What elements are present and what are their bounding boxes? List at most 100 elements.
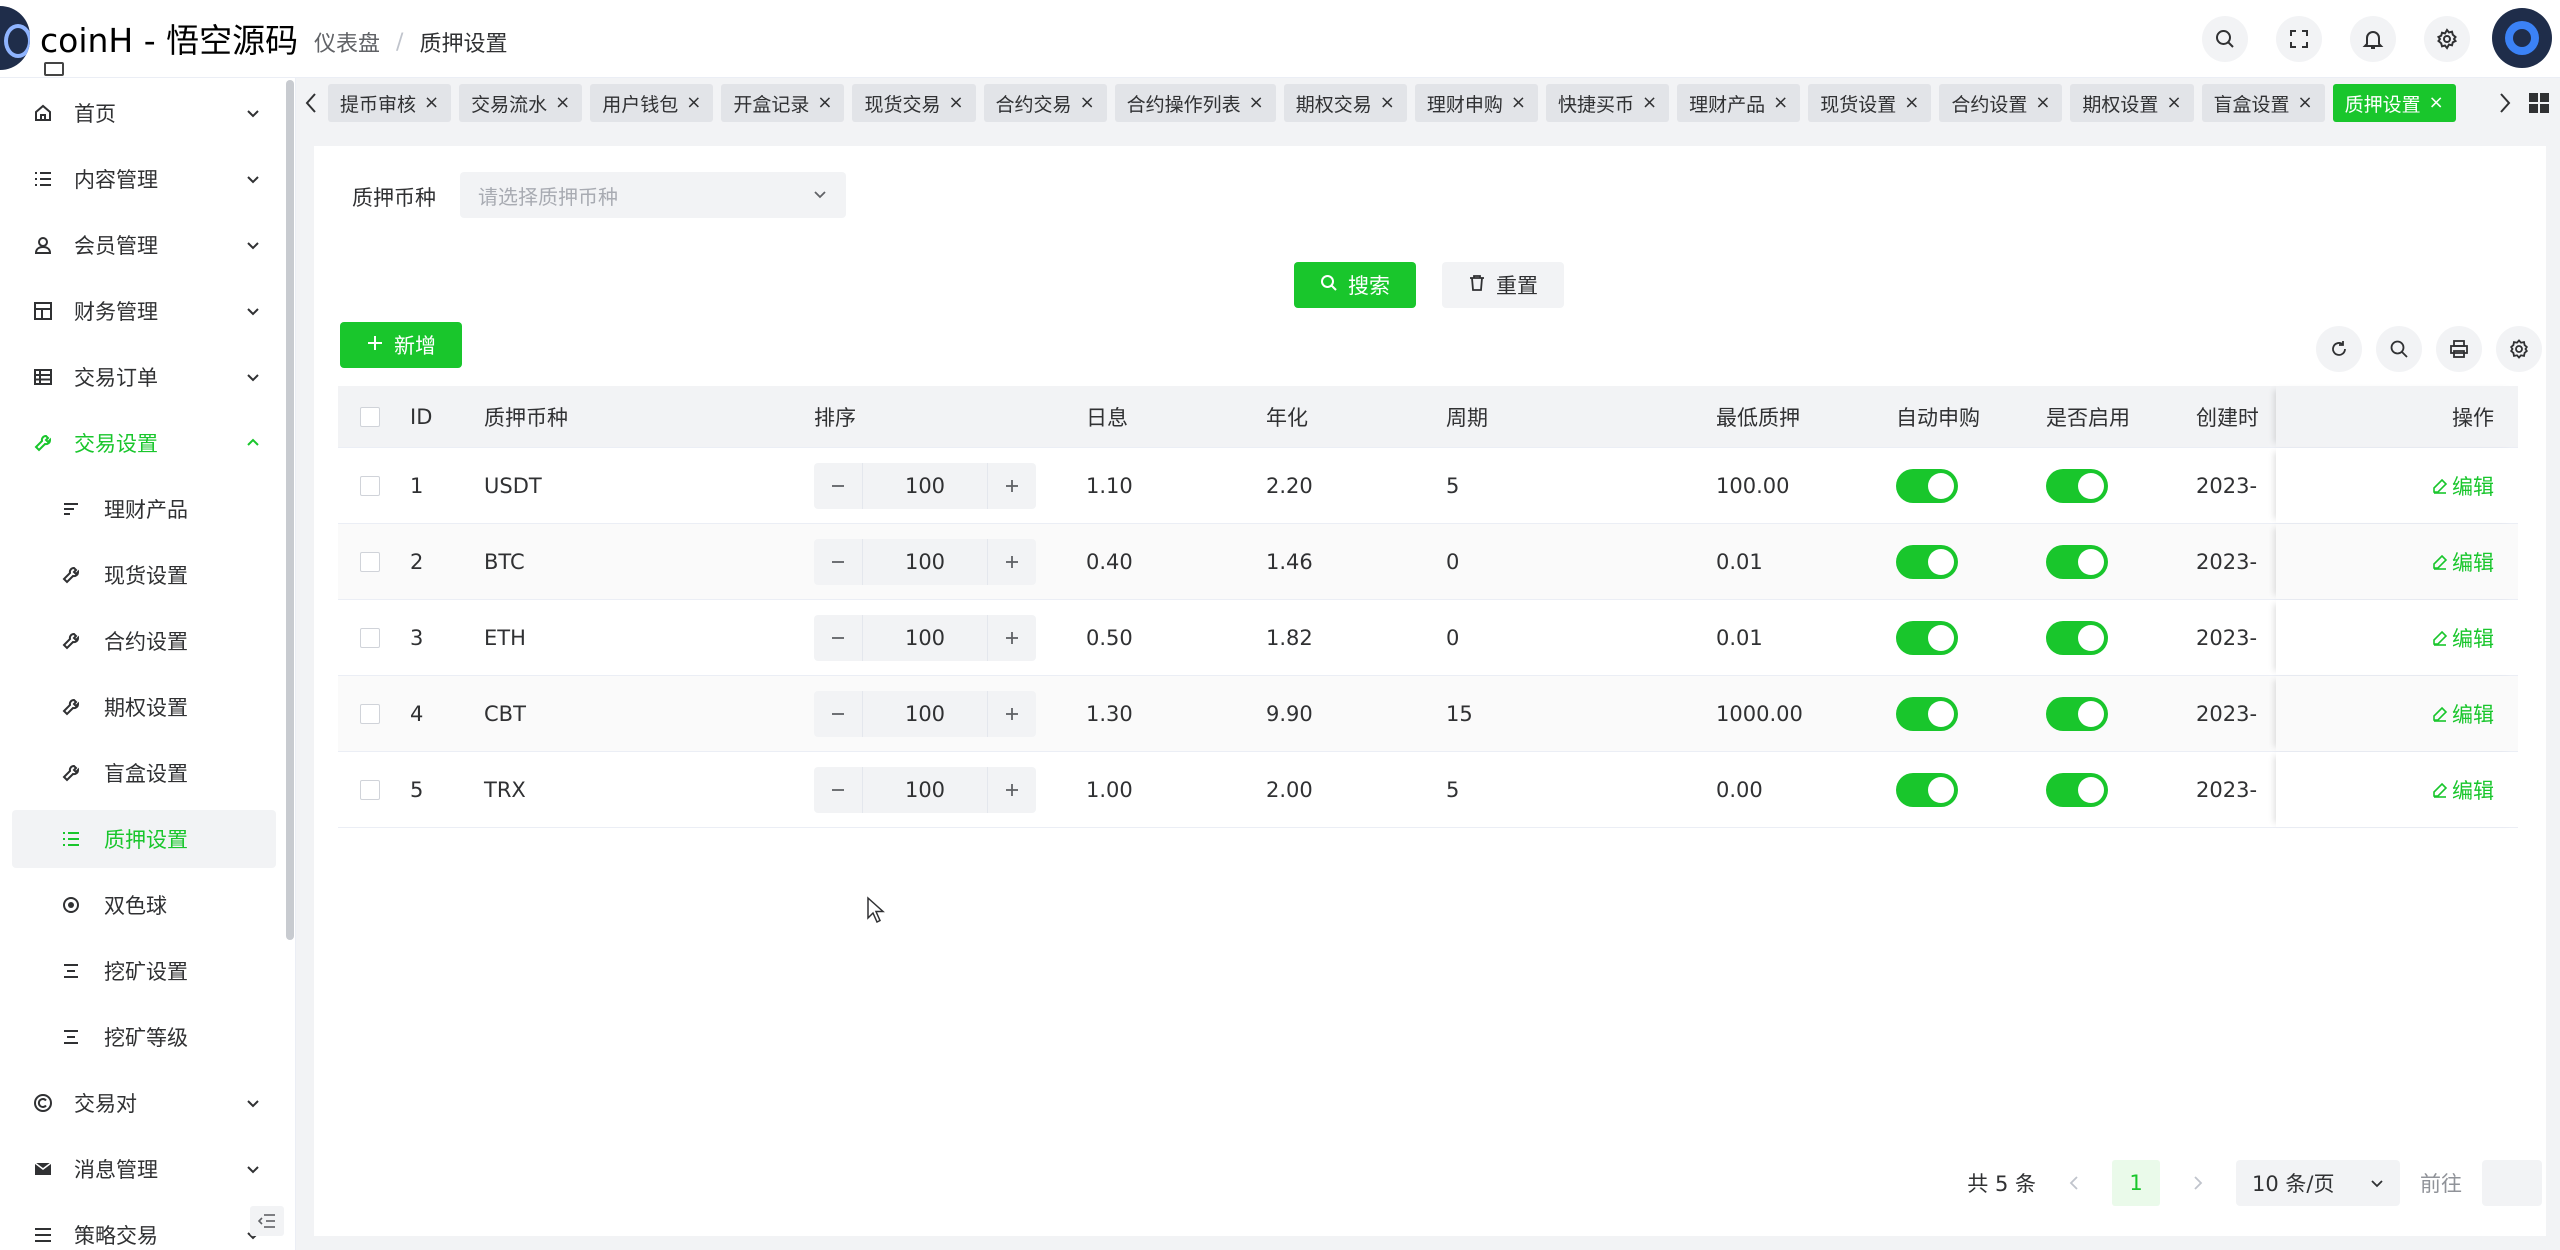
sidebar-item-trade-settings[interactable]: 交易设置 bbox=[12, 414, 276, 472]
auto-subscribe-toggle[interactable] bbox=[1888, 696, 2038, 731]
tab-item[interactable]: 期权设置 × bbox=[2070, 84, 2194, 122]
breadcrumb-home[interactable]: 仪表盘 bbox=[314, 26, 380, 58]
plus-icon[interactable] bbox=[988, 691, 1036, 737]
tab-item[interactable]: 盲盒设置 × bbox=[2201, 84, 2325, 122]
close-icon[interactable]: × bbox=[1904, 94, 1919, 112]
next-page-icon[interactable] bbox=[2180, 1160, 2216, 1206]
edit-button[interactable]: 编辑 bbox=[2432, 547, 2494, 577]
close-icon[interactable]: × bbox=[555, 94, 570, 112]
sidebar-item-content[interactable]: 内容管理 bbox=[12, 150, 276, 208]
tab-item[interactable]: 用户钱包 × bbox=[590, 84, 714, 122]
enabled-toggle[interactable] bbox=[2038, 696, 2188, 731]
close-icon[interactable]: × bbox=[1080, 94, 1095, 112]
plus-icon[interactable] bbox=[988, 539, 1036, 585]
page-size-select[interactable]: 10 条/页 bbox=[2236, 1160, 2400, 1206]
sidebar-item-contract-settings[interactable]: 合约设置 bbox=[12, 612, 276, 670]
tab-item[interactable]: 合约交易 × bbox=[983, 84, 1107, 122]
sidebar-item-orders[interactable]: 交易订单 bbox=[12, 348, 276, 406]
row-checkbox[interactable] bbox=[338, 627, 402, 648]
close-icon[interactable]: × bbox=[2035, 94, 2050, 112]
edit-button[interactable]: 编辑 bbox=[2432, 775, 2494, 805]
sidebar-item-strategy[interactable]: 策略交易 bbox=[12, 1206, 276, 1250]
tab-item[interactable]: 理财申购 × bbox=[1414, 84, 1538, 122]
close-icon[interactable]: × bbox=[1380, 94, 1395, 112]
gear-icon[interactable] bbox=[2424, 16, 2470, 62]
collapse-sidebar-icon[interactable] bbox=[250, 1206, 284, 1236]
close-icon[interactable]: × bbox=[2166, 94, 2181, 112]
search-button[interactable]: 搜索 bbox=[1294, 262, 1416, 308]
row-checkbox[interactable] bbox=[338, 551, 402, 572]
edit-button[interactable]: 编辑 bbox=[2432, 471, 2494, 501]
fullscreen-icon[interactable] bbox=[2276, 16, 2322, 62]
close-icon[interactable]: × bbox=[1249, 94, 1264, 112]
auto-subscribe-toggle[interactable] bbox=[1888, 772, 2038, 807]
auto-subscribe-toggle[interactable] bbox=[1888, 620, 2038, 655]
sidebar-item-messages[interactable]: 消息管理 bbox=[12, 1140, 276, 1198]
edit-button[interactable]: 编辑 bbox=[2432, 623, 2494, 653]
close-icon[interactable]: × bbox=[1642, 94, 1657, 112]
sidebar-item-blindbox-settings[interactable]: 盲盒设置 bbox=[12, 744, 276, 802]
auto-subscribe-toggle[interactable] bbox=[1888, 468, 2038, 503]
page-number[interactable]: 1 bbox=[2112, 1160, 2160, 1206]
tab-item[interactable]: 质押设置 × bbox=[2332, 84, 2456, 122]
sidebar-item-home[interactable]: 首页 bbox=[12, 84, 276, 142]
enabled-toggle[interactable] bbox=[2038, 772, 2188, 807]
sidebar-item-finance[interactable]: 财务管理 bbox=[12, 282, 276, 340]
close-icon[interactable]: × bbox=[424, 94, 439, 112]
close-icon[interactable]: × bbox=[2429, 94, 2444, 112]
sidebar-item-option-settings[interactable]: 期权设置 bbox=[12, 678, 276, 736]
enabled-toggle[interactable] bbox=[2038, 544, 2188, 579]
sidebar-item-members[interactable]: 会员管理 bbox=[12, 216, 276, 274]
sidebar-item-staking-settings[interactable]: 质押设置 bbox=[12, 810, 276, 868]
minus-icon[interactable] bbox=[814, 691, 862, 737]
reset-button[interactable]: 重置 bbox=[1442, 262, 1564, 308]
sidebar-item-lottery[interactable]: 双色球 bbox=[12, 876, 276, 934]
close-icon[interactable]: × bbox=[686, 94, 701, 112]
sort-value[interactable]: 100 bbox=[862, 690, 988, 737]
close-icon[interactable]: × bbox=[2298, 94, 2313, 112]
refresh-icon[interactable] bbox=[2316, 326, 2362, 372]
plus-icon[interactable] bbox=[988, 615, 1036, 661]
tab-item[interactable]: 提币审核 × bbox=[328, 84, 452, 122]
tab-item[interactable]: 期权交易 × bbox=[1283, 84, 1407, 122]
printer-icon[interactable] bbox=[2436, 326, 2482, 372]
auto-subscribe-toggle[interactable] bbox=[1888, 544, 2038, 579]
enabled-toggle[interactable] bbox=[2038, 468, 2188, 503]
minus-icon[interactable] bbox=[814, 463, 862, 509]
tab-item[interactable]: 理财产品 × bbox=[1677, 84, 1801, 122]
enabled-toggle[interactable] bbox=[2038, 620, 2188, 655]
sort-value[interactable]: 100 bbox=[862, 766, 988, 813]
tab-item[interactable]: 现货设置 × bbox=[1808, 84, 1932, 122]
minus-icon[interactable] bbox=[814, 615, 862, 661]
plus-icon[interactable] bbox=[988, 463, 1036, 509]
close-icon[interactable]: × bbox=[948, 94, 963, 112]
tab-item[interactable]: 现货交易 × bbox=[852, 84, 976, 122]
tab-item[interactable]: 交易流水 × bbox=[459, 84, 583, 122]
tab-item[interactable]: 快捷买币 × bbox=[1545, 84, 1670, 122]
sidebar-item-spot-settings[interactable]: 现货设置 bbox=[12, 546, 276, 604]
search-icon[interactable] bbox=[2202, 16, 2248, 62]
sidebar-item-mining-levels[interactable]: 挖矿等级 bbox=[12, 1008, 276, 1066]
edit-button[interactable]: 编辑 bbox=[2432, 699, 2494, 729]
sidebar-item-trading-pairs[interactable]: 交易对 bbox=[12, 1074, 276, 1132]
add-button[interactable]: 新增 bbox=[340, 322, 462, 368]
bell-icon[interactable] bbox=[2350, 16, 2396, 62]
row-checkbox[interactable] bbox=[338, 703, 402, 724]
gear-icon[interactable] bbox=[2496, 326, 2542, 372]
avatar[interactable] bbox=[2492, 8, 2552, 68]
close-icon[interactable]: × bbox=[1773, 94, 1788, 112]
sidebar-item-wealth-products[interactable]: 理财产品 bbox=[12, 480, 276, 538]
minus-icon[interactable] bbox=[814, 767, 862, 813]
tab-item[interactable]: 合约操作列表 × bbox=[1114, 84, 1276, 122]
sort-value[interactable]: 100 bbox=[862, 462, 988, 509]
tab-item[interactable]: 开盒记录 × bbox=[721, 84, 845, 122]
prev-page-icon[interactable] bbox=[2056, 1160, 2092, 1206]
close-icon[interactable]: × bbox=[1511, 94, 1526, 112]
chevron-right-icon[interactable] bbox=[2492, 86, 2518, 120]
row-checkbox[interactable] bbox=[338, 779, 402, 800]
sort-value[interactable]: 100 bbox=[862, 538, 988, 585]
close-icon[interactable]: × bbox=[817, 94, 832, 112]
grid-menu-icon[interactable] bbox=[2526, 86, 2552, 120]
chevron-left-icon[interactable] bbox=[298, 86, 324, 120]
select-all-checkbox[interactable] bbox=[338, 406, 402, 427]
